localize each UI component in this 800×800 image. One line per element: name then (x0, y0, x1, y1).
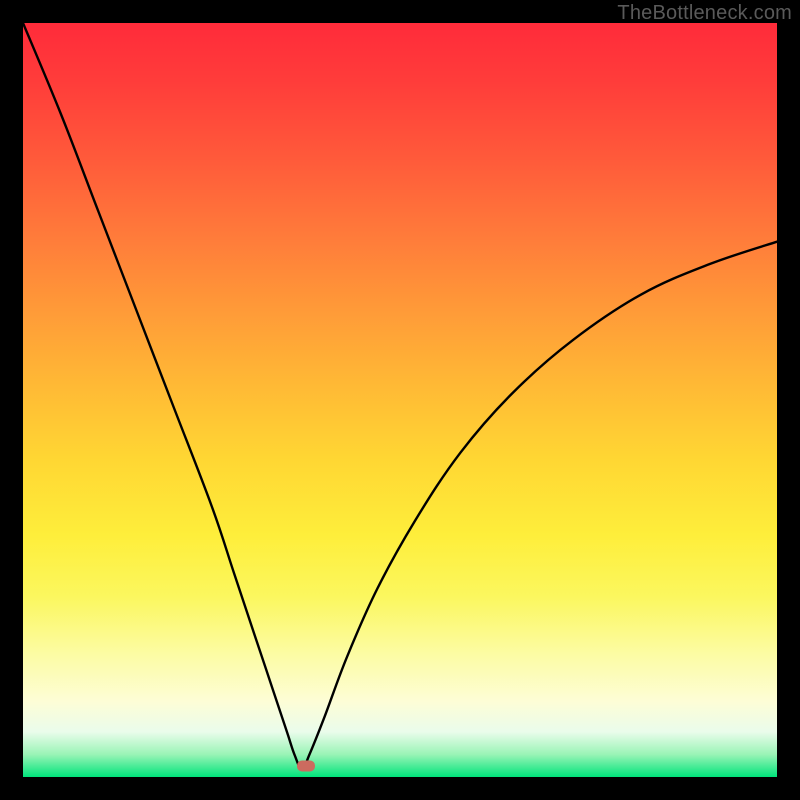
plot-area (23, 23, 777, 777)
watermark-text: TheBottleneck.com (617, 2, 792, 25)
curve-path (23, 23, 777, 770)
optimum-marker (297, 760, 315, 771)
bottleneck-curve (23, 23, 777, 777)
